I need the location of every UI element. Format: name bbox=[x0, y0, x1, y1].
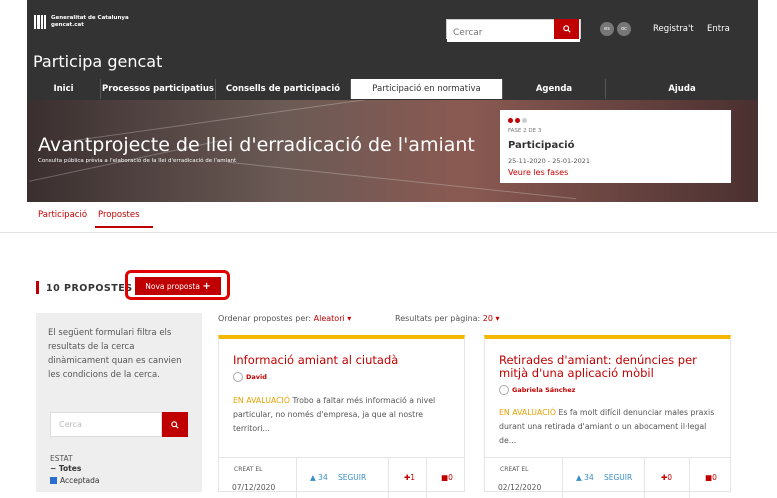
author-name: David bbox=[246, 373, 267, 381]
tab-propostes[interactable]: Propostes bbox=[98, 210, 140, 220]
comments-count: ■0 bbox=[441, 473, 453, 482]
process-title: Avantprojecte de llei d'erradicació de l… bbox=[38, 134, 475, 156]
order-label: Ordenar propostes per: bbox=[218, 314, 312, 323]
brand-name: Generalitat de Catalunya bbox=[51, 15, 129, 21]
filter-sidebar: El següent formulari filtra els resultat… bbox=[36, 313, 202, 492]
order-control[interactable]: Ordenar propostes per: Aleatori ▾ bbox=[218, 314, 351, 323]
search-button[interactable] bbox=[554, 19, 579, 39]
filter-search-button[interactable] bbox=[162, 412, 188, 437]
comments-value: 0 bbox=[712, 473, 717, 482]
state-filter-label: ESTAT bbox=[50, 454, 73, 463]
proposal-excerpt: EN AVALUACIÓ Es fa molt difícil denuncia… bbox=[499, 406, 724, 448]
count-marker bbox=[36, 281, 39, 294]
chevron-down-icon: ▾ bbox=[495, 314, 500, 323]
author-name: Gabriela Sánchez bbox=[512, 386, 576, 394]
state-accepted-label: Acceptada bbox=[60, 476, 100, 485]
filter-search-input[interactable]: Cerca bbox=[50, 412, 162, 437]
proposal-excerpt: EN AVALUACIÓ Trobo a faltar més informac… bbox=[233, 394, 458, 436]
card-footer: CREAT EL 02/12/2020 ▲ 34 SEGUIR ✚0 ■0 bbox=[485, 457, 730, 498]
nav-item-inici[interactable]: Inici bbox=[27, 79, 101, 99]
card-footer: CREAT EL 07/12/2020 ▲ 34 SEGUIR ✚1 ■0 bbox=[219, 457, 464, 498]
state-filter-accepted[interactable]: Acceptada bbox=[50, 476, 100, 485]
new-proposal-button[interactable]: Nova proposta + bbox=[135, 277, 221, 295]
proposal-card[interactable]: Informació amiant al ciutadà David EN AV… bbox=[218, 335, 465, 498]
avatar-icon bbox=[499, 385, 509, 395]
generalitat-logo-icon bbox=[34, 15, 46, 29]
phase-dates: 25-11-2020 - 25-01-2021 bbox=[508, 157, 591, 165]
generalitat-logo[interactable]: Generalitat de Catalunya gencat.cat bbox=[34, 15, 129, 29]
chevron-down-icon: ▾ bbox=[347, 314, 352, 323]
proposal-card[interactable]: Retirades d'amiant: denúncies per mitjà … bbox=[484, 335, 731, 498]
site-title[interactable]: Participa gencat bbox=[33, 52, 162, 71]
active-tab-indicator bbox=[95, 226, 153, 228]
state-all-label: Totes bbox=[58, 464, 82, 473]
nav-item-normativa[interactable]: Participació en normativa bbox=[351, 79, 503, 99]
nav-item-agenda[interactable]: Agenda bbox=[503, 79, 606, 99]
lang-oc-button[interactable]: oc bbox=[617, 22, 631, 36]
comments-value: 0 bbox=[448, 473, 453, 482]
phase-step: FASE 2 DE 3 bbox=[508, 128, 542, 134]
phase-card: FASE 2 DE 3 Participació 25-11-2020 - 25… bbox=[500, 110, 731, 183]
proposal-author[interactable]: Gabriela Sánchez bbox=[499, 385, 575, 395]
state-filter-all[interactable]: − Totes bbox=[50, 464, 81, 473]
phase-name: Participació bbox=[508, 140, 575, 151]
nav-item-consells[interactable]: Consells de participació bbox=[216, 79, 351, 99]
filter-description: El següent formulari filtra els resultat… bbox=[48, 328, 182, 380]
phases-link[interactable]: Veure les fases bbox=[508, 168, 568, 177]
divider bbox=[0, 232, 777, 233]
register-link[interactable]: Registra't bbox=[653, 24, 694, 34]
process-hero: Avantprojecte de llei d'erradicació de l… bbox=[27, 100, 758, 202]
per-page-label: Resultats per pàgina: bbox=[395, 314, 481, 323]
search-icon bbox=[562, 25, 571, 33]
tab-participacio[interactable]: Participació bbox=[38, 210, 87, 220]
per-page-control[interactable]: Resultats per pàgina: 20 ▾ bbox=[395, 314, 500, 323]
process-subtitle: Consulta pública prèvia a l'elaboració d… bbox=[38, 158, 237, 164]
nav-item-processos[interactable]: Processos participatius bbox=[101, 79, 216, 99]
per-page-value[interactable]: 20 bbox=[483, 314, 493, 323]
phase-progress-icon bbox=[508, 118, 527, 123]
state-badge: EN AVALUACIÓ bbox=[233, 396, 290, 405]
lang-es-button[interactable]: es bbox=[600, 22, 614, 36]
proposal-title[interactable]: Retirades d'amiant: denúncies per mitjà … bbox=[499, 354, 724, 380]
proposal-author[interactable]: David bbox=[233, 372, 267, 382]
brand-domain: gencat.cat bbox=[51, 22, 84, 28]
checkbox-checked-icon[interactable] bbox=[50, 477, 57, 484]
plus-icon: + bbox=[202, 280, 211, 292]
avatar-icon bbox=[233, 372, 243, 382]
new-proposal-label: Nova proposta bbox=[145, 281, 200, 291]
comments-count: ■0 bbox=[705, 473, 717, 482]
proposal-title[interactable]: Informació amiant al ciutadà bbox=[233, 354, 458, 367]
nav-item-ajuda[interactable]: Ajuda bbox=[606, 79, 758, 99]
order-value[interactable]: Aleatori bbox=[314, 314, 345, 323]
site-header: Generalitat de Catalunyagencat.cat es oc… bbox=[27, 0, 758, 100]
search-icon bbox=[171, 420, 179, 429]
proposals-count: 10 PROPOSTES bbox=[46, 283, 133, 294]
main-nav: Inici Processos participatius Consells d… bbox=[27, 79, 758, 99]
state-badge: EN AVALUACIÓ bbox=[499, 408, 556, 417]
login-link[interactable]: Entra bbox=[707, 24, 730, 34]
